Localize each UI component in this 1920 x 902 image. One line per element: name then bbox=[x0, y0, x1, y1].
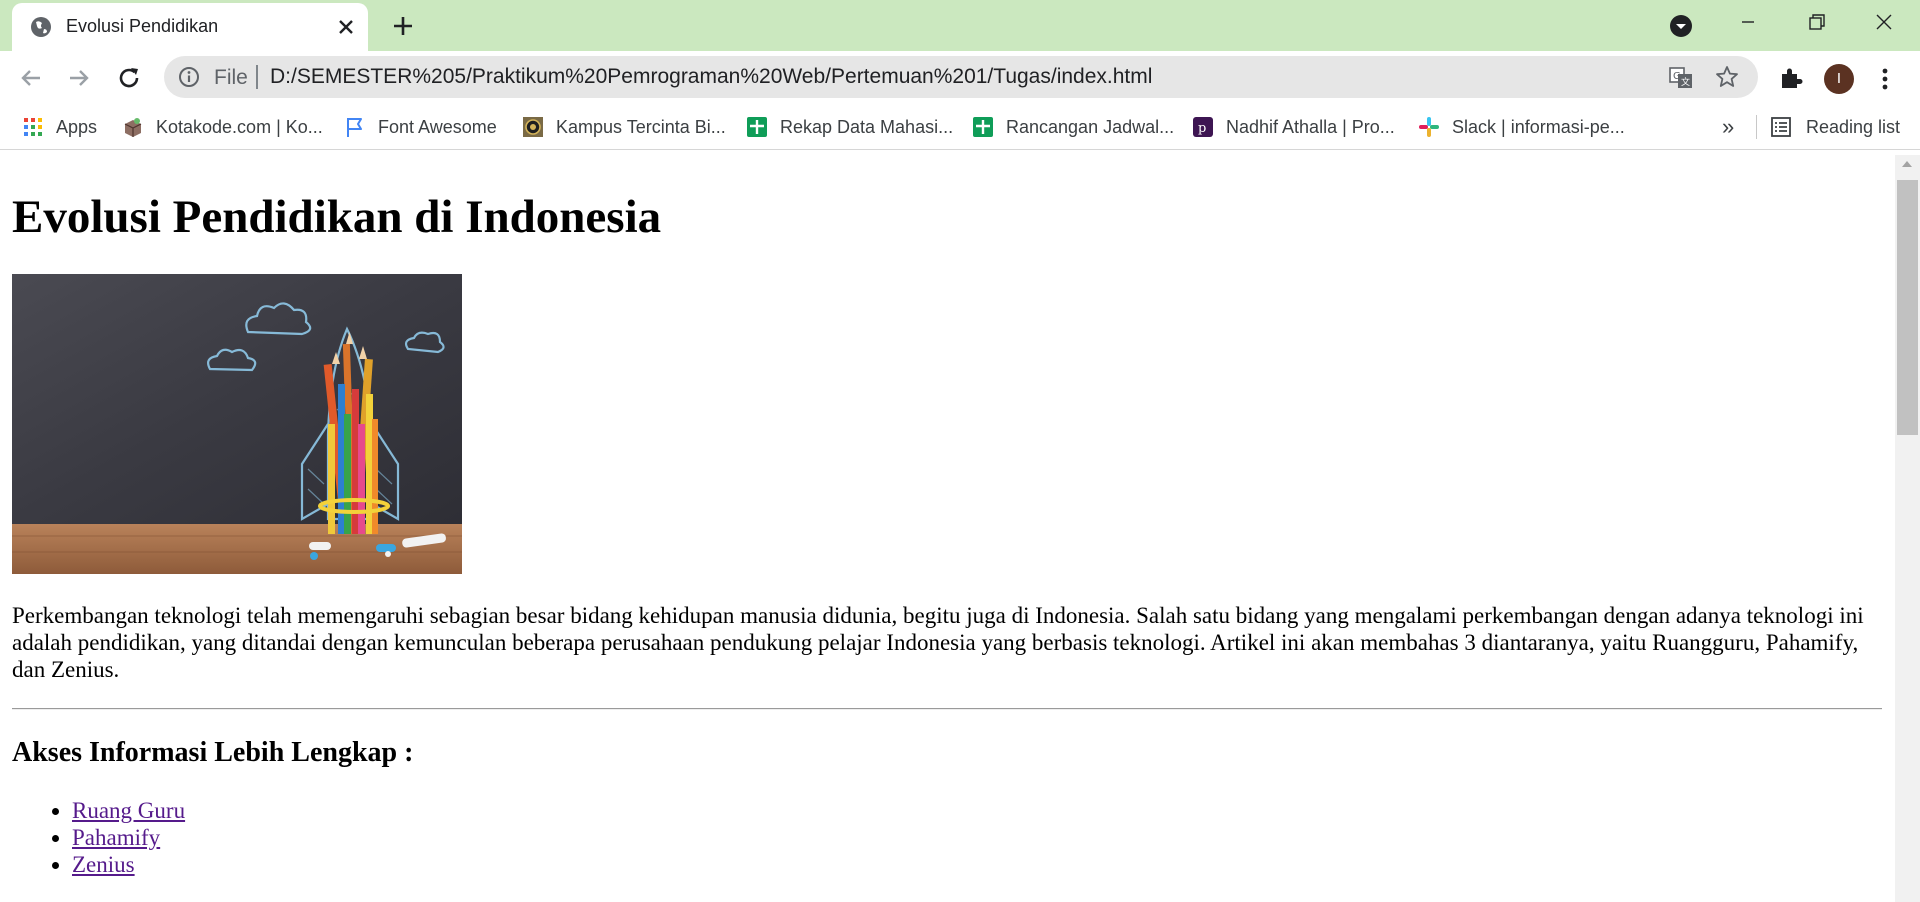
profile-favicon: p bbox=[1193, 117, 1213, 137]
tab-strip: Evolusi Pendidikan bbox=[0, 0, 1920, 51]
bookmark-label: Apps bbox=[56, 116, 98, 137]
bookmarks-bar: Apps Kotakode.com | Ko... Font Awesome K… bbox=[0, 104, 1920, 150]
list-item: Ruang Guru bbox=[72, 797, 185, 824]
page-viewport: Evolusi Pendidikan di Indonesia Perkemba… bbox=[0, 155, 1895, 902]
horizontal-rule bbox=[12, 708, 1882, 710]
file-label: File bbox=[214, 66, 248, 89]
extensions-puzzle-icon[interactable] bbox=[1778, 65, 1804, 91]
globe-icon bbox=[31, 17, 51, 37]
reading-list-button[interactable]: Reading list bbox=[1770, 113, 1900, 141]
more-menu-icon[interactable] bbox=[1874, 64, 1896, 94]
tab-search-icon[interactable] bbox=[1668, 13, 1694, 39]
reload-icon[interactable] bbox=[114, 63, 144, 93]
bookmark-label: Nadhif Athalla | Pro... bbox=[1226, 116, 1395, 137]
tab-title: Evolusi Pendidikan bbox=[66, 16, 219, 36]
forward-arrow-icon[interactable] bbox=[64, 63, 94, 93]
sheets-icon bbox=[973, 117, 993, 137]
back-arrow-icon[interactable] bbox=[16, 63, 46, 93]
bookmark-kotakode[interactable]: Kotakode.com | Ko... bbox=[122, 113, 323, 141]
slack-icon bbox=[1419, 117, 1439, 137]
apps-grid-icon bbox=[24, 118, 42, 136]
more-bookmarks-chevron[interactable]: » bbox=[1722, 114, 1734, 140]
flag-icon bbox=[347, 118, 362, 137]
translate-icon[interactable]: G 文 bbox=[1668, 65, 1694, 91]
bookmark-nadhif-athalla[interactable]: p Nadhif Athalla | Pro... bbox=[1192, 113, 1395, 141]
bookmark-kampus[interactable]: Kampus Tercinta Bi... bbox=[522, 113, 726, 141]
intro-paragraph: Perkembangan teknologi telah memengaruhi… bbox=[12, 603, 1864, 682]
browser-tab[interactable]: Evolusi Pendidikan bbox=[12, 3, 368, 51]
svg-text:G: G bbox=[1673, 71, 1681, 82]
kotakode-favicon bbox=[124, 118, 142, 137]
list-item: Zenius bbox=[72, 851, 185, 878]
section-heading: Akses Informasi Lebih Lengkap : bbox=[12, 737, 414, 768]
campus-favicon bbox=[523, 117, 543, 137]
svg-text:文: 文 bbox=[1681, 76, 1690, 88]
vertical-scrollbar[interactable] bbox=[1895, 155, 1920, 902]
profile-avatar[interactable]: I bbox=[1824, 64, 1854, 94]
bookmark-slack[interactable]: Slack | informasi-pe... bbox=[1418, 113, 1625, 141]
chalkboard-rocket-pencils-image bbox=[12, 274, 462, 574]
restore-icon[interactable] bbox=[1796, 8, 1836, 36]
sheets-icon bbox=[747, 117, 767, 137]
svg-text:p: p bbox=[1198, 121, 1206, 136]
bookmark-label: Kampus Tercinta Bi... bbox=[556, 116, 726, 137]
link-zenius[interactable]: Zenius bbox=[72, 852, 135, 877]
address-separator bbox=[256, 65, 258, 89]
new-tab-icon[interactable] bbox=[390, 13, 416, 39]
close-window-icon[interactable] bbox=[1864, 8, 1904, 36]
address-bar[interactable]: File D:/SEMESTER%205/Praktikum%20Pemrogr… bbox=[164, 56, 1758, 98]
scrollbar-thumb[interactable] bbox=[1897, 180, 1918, 435]
bookmark-label: Font Awesome bbox=[378, 116, 497, 137]
bookmarks-separator bbox=[1756, 115, 1757, 139]
url-text[interactable]: D:/SEMESTER%205/Praktikum%20Pemrograman%… bbox=[270, 65, 1152, 89]
bookmark-label: Rekap Data Mahasi... bbox=[780, 116, 954, 137]
minimize-icon[interactable] bbox=[1728, 8, 1768, 36]
bookmark-rancangan-jadwal[interactable]: Rancangan Jadwal... bbox=[972, 113, 1174, 141]
link-pahamify[interactable]: Pahamify bbox=[72, 825, 160, 850]
bookmark-rekap-data[interactable]: Rekap Data Mahasi... bbox=[746, 113, 953, 141]
reading-list-label: Reading list bbox=[1806, 116, 1901, 137]
scroll-up-arrow-icon[interactable] bbox=[1902, 161, 1912, 167]
bookmark-font-awesome[interactable]: Font Awesome bbox=[344, 113, 497, 141]
bookmark-star-icon[interactable] bbox=[1714, 64, 1740, 90]
resource-link-list: Ruang Guru Pahamify Zenius bbox=[12, 797, 185, 878]
bookmark-label: Rancangan Jadwal... bbox=[1006, 116, 1175, 137]
bookmark-label: Slack | informasi-pe... bbox=[1452, 116, 1625, 137]
bookmark-label: Kotakode.com | Ko... bbox=[156, 116, 323, 137]
page-title: Evolusi Pendidikan di Indonesia bbox=[12, 191, 662, 243]
reading-list-icon bbox=[1771, 117, 1791, 137]
close-tab-icon[interactable] bbox=[334, 15, 358, 39]
link-ruang-guru[interactable]: Ruang Guru bbox=[72, 798, 185, 823]
info-icon[interactable] bbox=[178, 66, 200, 88]
bookmark-apps[interactable]: Apps bbox=[22, 113, 97, 141]
browser-toolbar: File D:/SEMESTER%205/Praktikum%20Pemrogr… bbox=[0, 51, 1920, 104]
list-item: Pahamify bbox=[72, 824, 185, 851]
